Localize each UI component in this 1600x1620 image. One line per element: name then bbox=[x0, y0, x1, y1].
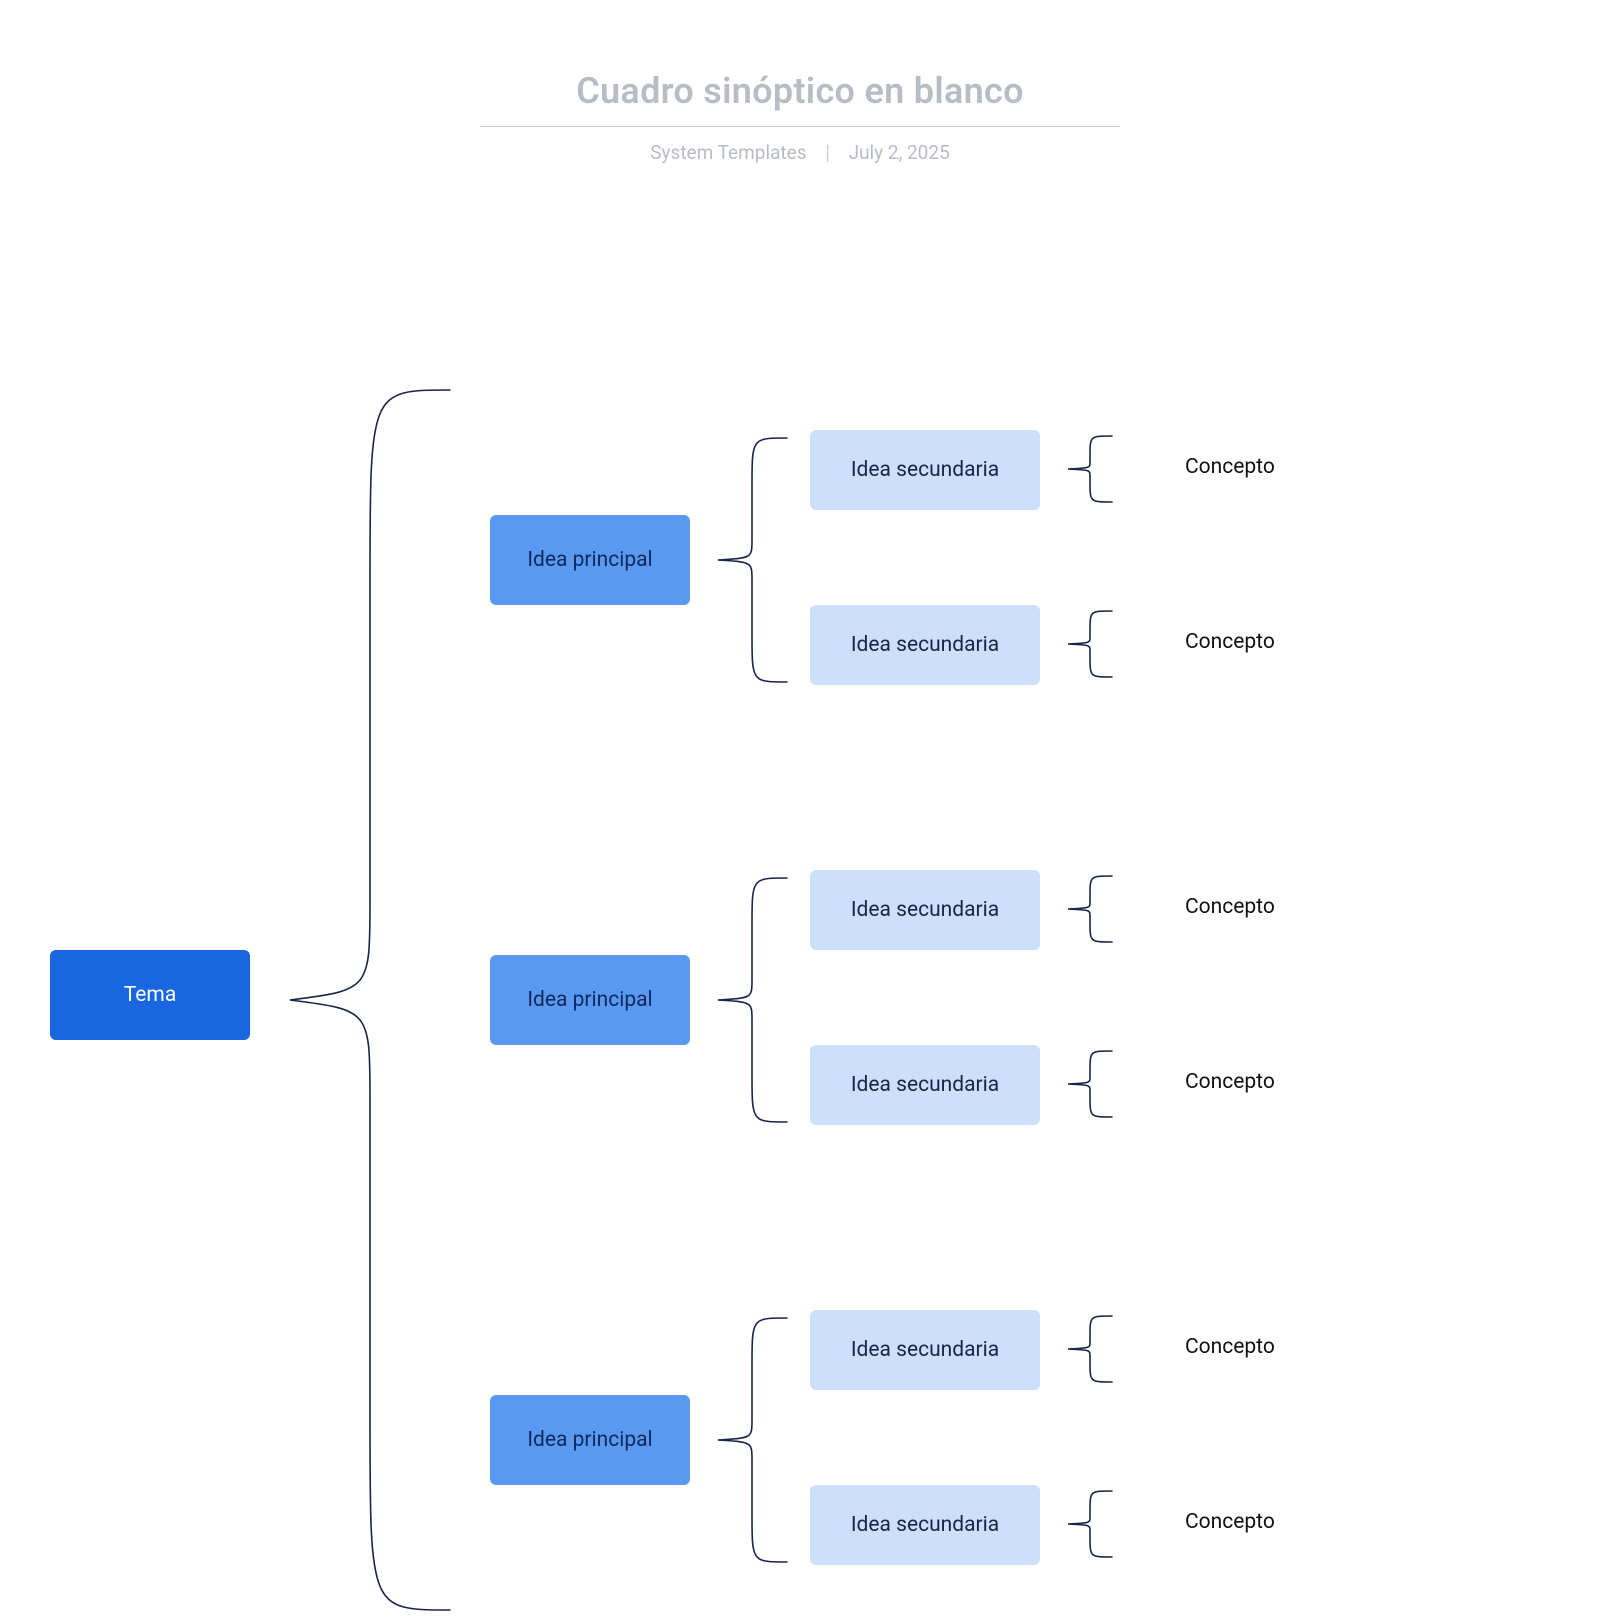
concepto-node[interactable]: Concepto bbox=[1185, 455, 1275, 479]
concepto-node[interactable]: Concepto bbox=[1185, 630, 1275, 654]
concepto-node[interactable]: Concepto bbox=[1185, 1070, 1275, 1094]
concepto-node[interactable]: Concepto bbox=[1185, 1510, 1275, 1534]
title-rule bbox=[480, 126, 1120, 127]
concepto-node[interactable]: Concepto bbox=[1185, 895, 1275, 919]
tema-node[interactable]: Tema bbox=[50, 950, 250, 1040]
brace-icon bbox=[280, 380, 460, 1620]
template-date: July 2, 2025 bbox=[849, 141, 950, 164]
brace-icon bbox=[1062, 1485, 1117, 1563]
concepto-node[interactable]: Concepto bbox=[1185, 1335, 1275, 1359]
brace-icon bbox=[712, 1310, 792, 1570]
idea-principal-node[interactable]: Idea principal bbox=[490, 515, 690, 605]
idea-secundaria-node[interactable]: Idea secundaria bbox=[810, 1045, 1040, 1125]
idea-secundaria-node[interactable]: Idea secundaria bbox=[810, 605, 1040, 685]
idea-principal-node[interactable]: Idea principal bbox=[490, 955, 690, 1045]
template-source: System Templates bbox=[650, 141, 806, 164]
brace-icon bbox=[1062, 870, 1117, 948]
brace-icon bbox=[712, 870, 792, 1130]
brace-icon bbox=[1062, 430, 1117, 508]
idea-secundaria-node[interactable]: Idea secundaria bbox=[810, 1310, 1040, 1390]
separator-pipe: | bbox=[825, 141, 830, 164]
idea-secundaria-node[interactable]: Idea secundaria bbox=[810, 1485, 1040, 1565]
diagram-title: Cuadro sinóptico en blanco bbox=[0, 70, 1600, 112]
idea-secundaria-node[interactable]: Idea secundaria bbox=[810, 430, 1040, 510]
brace-icon bbox=[1062, 1045, 1117, 1123]
brace-icon bbox=[1062, 605, 1117, 683]
brace-icon bbox=[1062, 1310, 1117, 1388]
idea-secundaria-node[interactable]: Idea secundaria bbox=[810, 870, 1040, 950]
idea-principal-node[interactable]: Idea principal bbox=[490, 1395, 690, 1485]
diagram-header: Cuadro sinóptico en blanco System Templa… bbox=[0, 70, 1600, 164]
brace-icon bbox=[712, 430, 792, 690]
